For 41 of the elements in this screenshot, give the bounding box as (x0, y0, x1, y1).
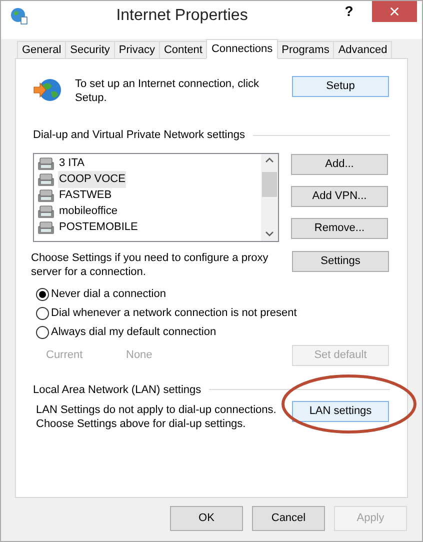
settings-button[interactable]: Settings (292, 250, 389, 272)
proxy-text: Choose Settings if you need to configure a proxy server for a connection. (31, 250, 270, 278)
connection-item[interactable]: mobileoffice (58, 203, 118, 220)
section-heading: Dial-up and Virtual Private Network settings (33, 128, 245, 143)
scrollbar[interactable] (261, 154, 278, 240)
current-value: None (126, 348, 152, 363)
radio-button[interactable] (36, 288, 49, 301)
radio-label: Always dial my default connection (51, 325, 216, 340)
close-icon (388, 5, 401, 18)
modem-icon (37, 172, 55, 186)
modem-icon (37, 156, 55, 170)
tab[interactable]: General (17, 41, 66, 59)
tab[interactable]: Advanced (333, 41, 392, 59)
globe-arrow-icon (33, 77, 63, 103)
dialup-button[interactable]: Remove... (291, 218, 388, 238)
current-label: Current (46, 348, 84, 363)
connection-item[interactable]: COOP VOCE (58, 171, 126, 188)
lan-settings-button[interactable]: LAN settings (292, 401, 389, 422)
dialup-button[interactable]: Add VPN... (291, 186, 388, 206)
close-button[interactable] (372, 1, 417, 22)
radio-button[interactable] (36, 307, 49, 320)
section-heading: Local Area Network (LAN) settings (33, 382, 202, 398)
dialog-button[interactable]: Cancel (252, 506, 325, 531)
radio-label: Dial whenever a network connection is not present (51, 306, 297, 322)
window-title: Internet Properties (116, 7, 248, 24)
connection-item[interactable]: POSTEMOBILE (58, 219, 139, 236)
modem-icon (37, 204, 55, 218)
dialog-button[interactable]: OK (170, 506, 243, 531)
lan-text: LAN Settings do not apply to dial-up connections. Choose Settings above for dial-up settings. (36, 403, 278, 431)
globe-icon (10, 7, 28, 25)
setup-button[interactable]: Setup (292, 76, 389, 97)
dialup-button[interactable]: Add... (291, 154, 388, 174)
connection-item[interactable]: 3 ITA (58, 155, 86, 172)
help-button[interactable]: ? (336, 1, 362, 21)
modem-icon (37, 220, 55, 234)
connection-item[interactable]: FASTWEB (58, 187, 113, 204)
tab[interactable]: Connections (206, 39, 278, 59)
setup-text: To set up an Internet connection, click Setup. (75, 77, 260, 105)
modem-icon (37, 188, 55, 202)
radio-label: Never dial a connection (51, 287, 166, 302)
radio-button[interactable] (36, 326, 49, 339)
